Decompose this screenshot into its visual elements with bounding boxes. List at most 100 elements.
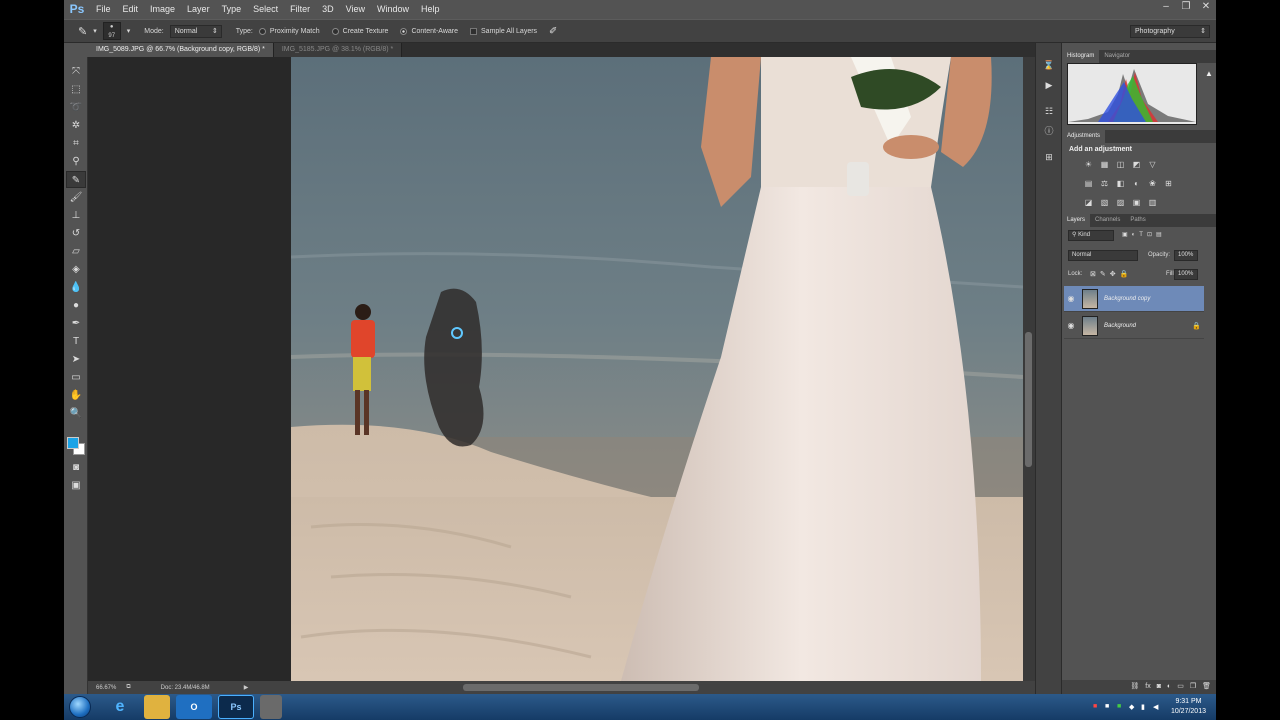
black-white-icon[interactable]: ◐ [1130, 178, 1143, 189]
restore-icon[interactable]: ❐ [1176, 0, 1196, 14]
quick-mask-icon[interactable]: ◙ [66, 459, 86, 476]
volume-icon[interactable]: ◀ [1153, 703, 1161, 711]
horizontal-scroll-thumb[interactable] [463, 684, 699, 691]
brush-preset-picker[interactable]: ● 97 [102, 22, 121, 40]
vertical-scroll-thumb[interactable] [1025, 332, 1032, 467]
crop-tool-icon[interactable]: ⌗ [66, 135, 86, 152]
menu-3d[interactable]: 3D [316, 0, 340, 19]
gradient-map-icon[interactable]: ▽ [1146, 159, 1159, 170]
radio-content-aware[interactable]: Content-Aware [400, 27, 458, 35]
layer-kind-filter[interactable]: ⚲ Kind [1068, 230, 1114, 241]
zoom-level[interactable]: 66.67% [96, 685, 116, 691]
radio-create-texture[interactable]: Create Texture [331, 27, 388, 35]
history-brush-tool-icon[interactable]: ↺ [66, 225, 86, 242]
menu-type[interactable]: Type [216, 0, 248, 19]
network-icon[interactable]: ▮ [1141, 703, 1149, 711]
levels-icon[interactable]: ▦ [1098, 159, 1111, 170]
foreground-color-swatch[interactable] [67, 437, 79, 449]
eye-icon[interactable]: ◉ [1064, 294, 1078, 303]
tray-icon[interactable]: ◆ [1129, 703, 1137, 711]
history-panel-icon[interactable]: ⌛ [1040, 57, 1058, 73]
mode-select[interactable]: Normal ⇕ [169, 24, 222, 38]
screen-mode-icon[interactable]: ▣ [66, 477, 86, 494]
adjustment-layer-icon[interactable]: ◐ [1167, 680, 1171, 694]
tab-channels[interactable]: Channels [1090, 214, 1125, 227]
lock-option-icons[interactable]: ⊠✎✥🔒 [1090, 270, 1132, 278]
channel-mixer-icon[interactable]: ⊞ [1162, 178, 1175, 189]
file-explorer-icon[interactable] [144, 695, 170, 719]
menu-help[interactable]: Help [415, 0, 446, 19]
eraser-tool-icon[interactable]: ▱ [66, 243, 86, 260]
layer-mask-icon[interactable]: ◙ [1157, 680, 1161, 694]
eye-icon[interactable]: ◉ [1064, 321, 1078, 330]
pressure-brush-icon[interactable]: ✐ [549, 26, 557, 37]
tray-icon[interactable]: ■ [1117, 703, 1125, 711]
layer-background-copy[interactable]: ◉ Background copy [1064, 286, 1204, 312]
close-icon[interactable]: ✕ [1196, 0, 1216, 14]
dodge-tool-icon[interactable]: ● [66, 297, 86, 314]
menu-image[interactable]: Image [144, 0, 181, 19]
curves-icon[interactable]: ◫ [1114, 159, 1127, 170]
menu-select[interactable]: Select [247, 0, 284, 19]
menu-filter[interactable]: Filter [284, 0, 316, 19]
vertical-scrollbar[interactable] [1023, 57, 1035, 681]
chevron-right-icon[interactable]: ▶ [244, 684, 249, 691]
new-layer-icon[interactable]: ❐ [1190, 680, 1196, 694]
warning-icon[interactable]: ▲ [1205, 69, 1213, 78]
move-tool-icon[interactable]: ⤧ [66, 63, 86, 80]
invert-icon[interactable]: ◪ [1082, 197, 1095, 208]
path-selection-tool-icon[interactable]: ➤ [66, 351, 86, 368]
pen-tool-icon[interactable]: ✒ [66, 315, 86, 332]
selective-color-icon[interactable]: ▣ [1130, 197, 1143, 208]
minimize-icon[interactable]: ‒ [1156, 0, 1176, 14]
spot-healing-brush-tool-icon[interactable]: ✎ [66, 171, 86, 188]
layer-filter-icons[interactable]: ▣◐T⊡▤ [1122, 231, 1166, 238]
start-button[interactable] [64, 694, 96, 720]
clock[interactable]: 9:31 PM 10/27/2013 [1171, 697, 1206, 717]
export-icon[interactable]: ⧉ [126, 684, 130, 691]
layer-style-icon[interactable]: fx [1145, 680, 1150, 694]
type-tool-icon[interactable]: T [66, 333, 86, 350]
workspace-select[interactable]: Photography ⇕ [1130, 25, 1210, 38]
eyedropper-tool-icon[interactable]: ⚲ [66, 153, 86, 170]
brush-tool-icon[interactable]: 🖌 [66, 189, 86, 206]
internet-explorer-icon[interactable]: e [102, 695, 138, 719]
outlook-icon[interactable]: O [176, 695, 212, 719]
chevron-down-icon[interactable]: ▾ [127, 27, 131, 35]
trash-icon[interactable]: 🗑 [1202, 680, 1211, 694]
threshold-icon[interactable]: ▨ [1114, 197, 1127, 208]
menu-layer[interactable]: Layer [181, 0, 216, 19]
fill-input[interactable]: 100% [1174, 269, 1198, 280]
radio-proximity-match[interactable]: Proximity Match [258, 27, 320, 35]
tab-histogram[interactable]: Histogram [1062, 50, 1100, 63]
color-balance-icon[interactable]: ◧ [1114, 178, 1127, 189]
rectangle-tool-icon[interactable]: ▭ [66, 369, 86, 386]
blend-mode-select[interactable]: Normal [1068, 250, 1138, 261]
posterize-icon[interactable]: ▧ [1098, 197, 1111, 208]
photoshop-taskbar-icon[interactable]: Ps [218, 695, 254, 719]
spot-healing-brush-icon[interactable]: ✎ [78, 25, 87, 38]
exposure-icon[interactable]: ◩ [1130, 159, 1143, 170]
document-canvas[interactable] [291, 57, 1023, 681]
info-icon[interactable]: ⓘ [1040, 123, 1058, 139]
link-layers-icon[interactable]: ⛓ [1130, 680, 1139, 694]
marquee-tool-icon[interactable]: ⬚ [66, 81, 86, 98]
paint-bucket-tool-icon[interactable]: ◈ [66, 261, 86, 278]
zoom-tool-icon[interactable]: 🔍 [66, 405, 86, 422]
tab-img-5185[interactable]: IMG_5185.JPG @ 38.1% (RGB/8) * [273, 43, 403, 57]
chevron-down-icon[interactable]: ▾ [93, 27, 97, 35]
menu-view[interactable]: View [340, 0, 371, 19]
quick-selection-tool-icon[interactable]: ✲ [66, 117, 86, 134]
new-group-icon[interactable]: ▭ [1177, 680, 1184, 694]
menu-window[interactable]: Window [371, 0, 415, 19]
opacity-input[interactable]: 100% [1174, 250, 1198, 261]
properties-icon[interactable]: ☷ [1040, 103, 1058, 119]
clone-stamp-tool-icon[interactable]: ⊥ [66, 207, 86, 224]
hue-saturation-icon[interactable]: ⚖ [1098, 178, 1111, 189]
lasso-tool-icon[interactable]: ➰ [66, 99, 86, 116]
tab-img-5089[interactable]: IMG_5089.JPG @ 66.7% (Background copy, R… [88, 43, 274, 57]
blur-tool-icon[interactable]: 💧 [66, 279, 86, 296]
tab-paths[interactable]: Paths [1125, 214, 1150, 227]
brush-presets-icon[interactable]: ⊞ [1040, 149, 1058, 165]
tab-navigator[interactable]: Navigator [1099, 50, 1135, 63]
